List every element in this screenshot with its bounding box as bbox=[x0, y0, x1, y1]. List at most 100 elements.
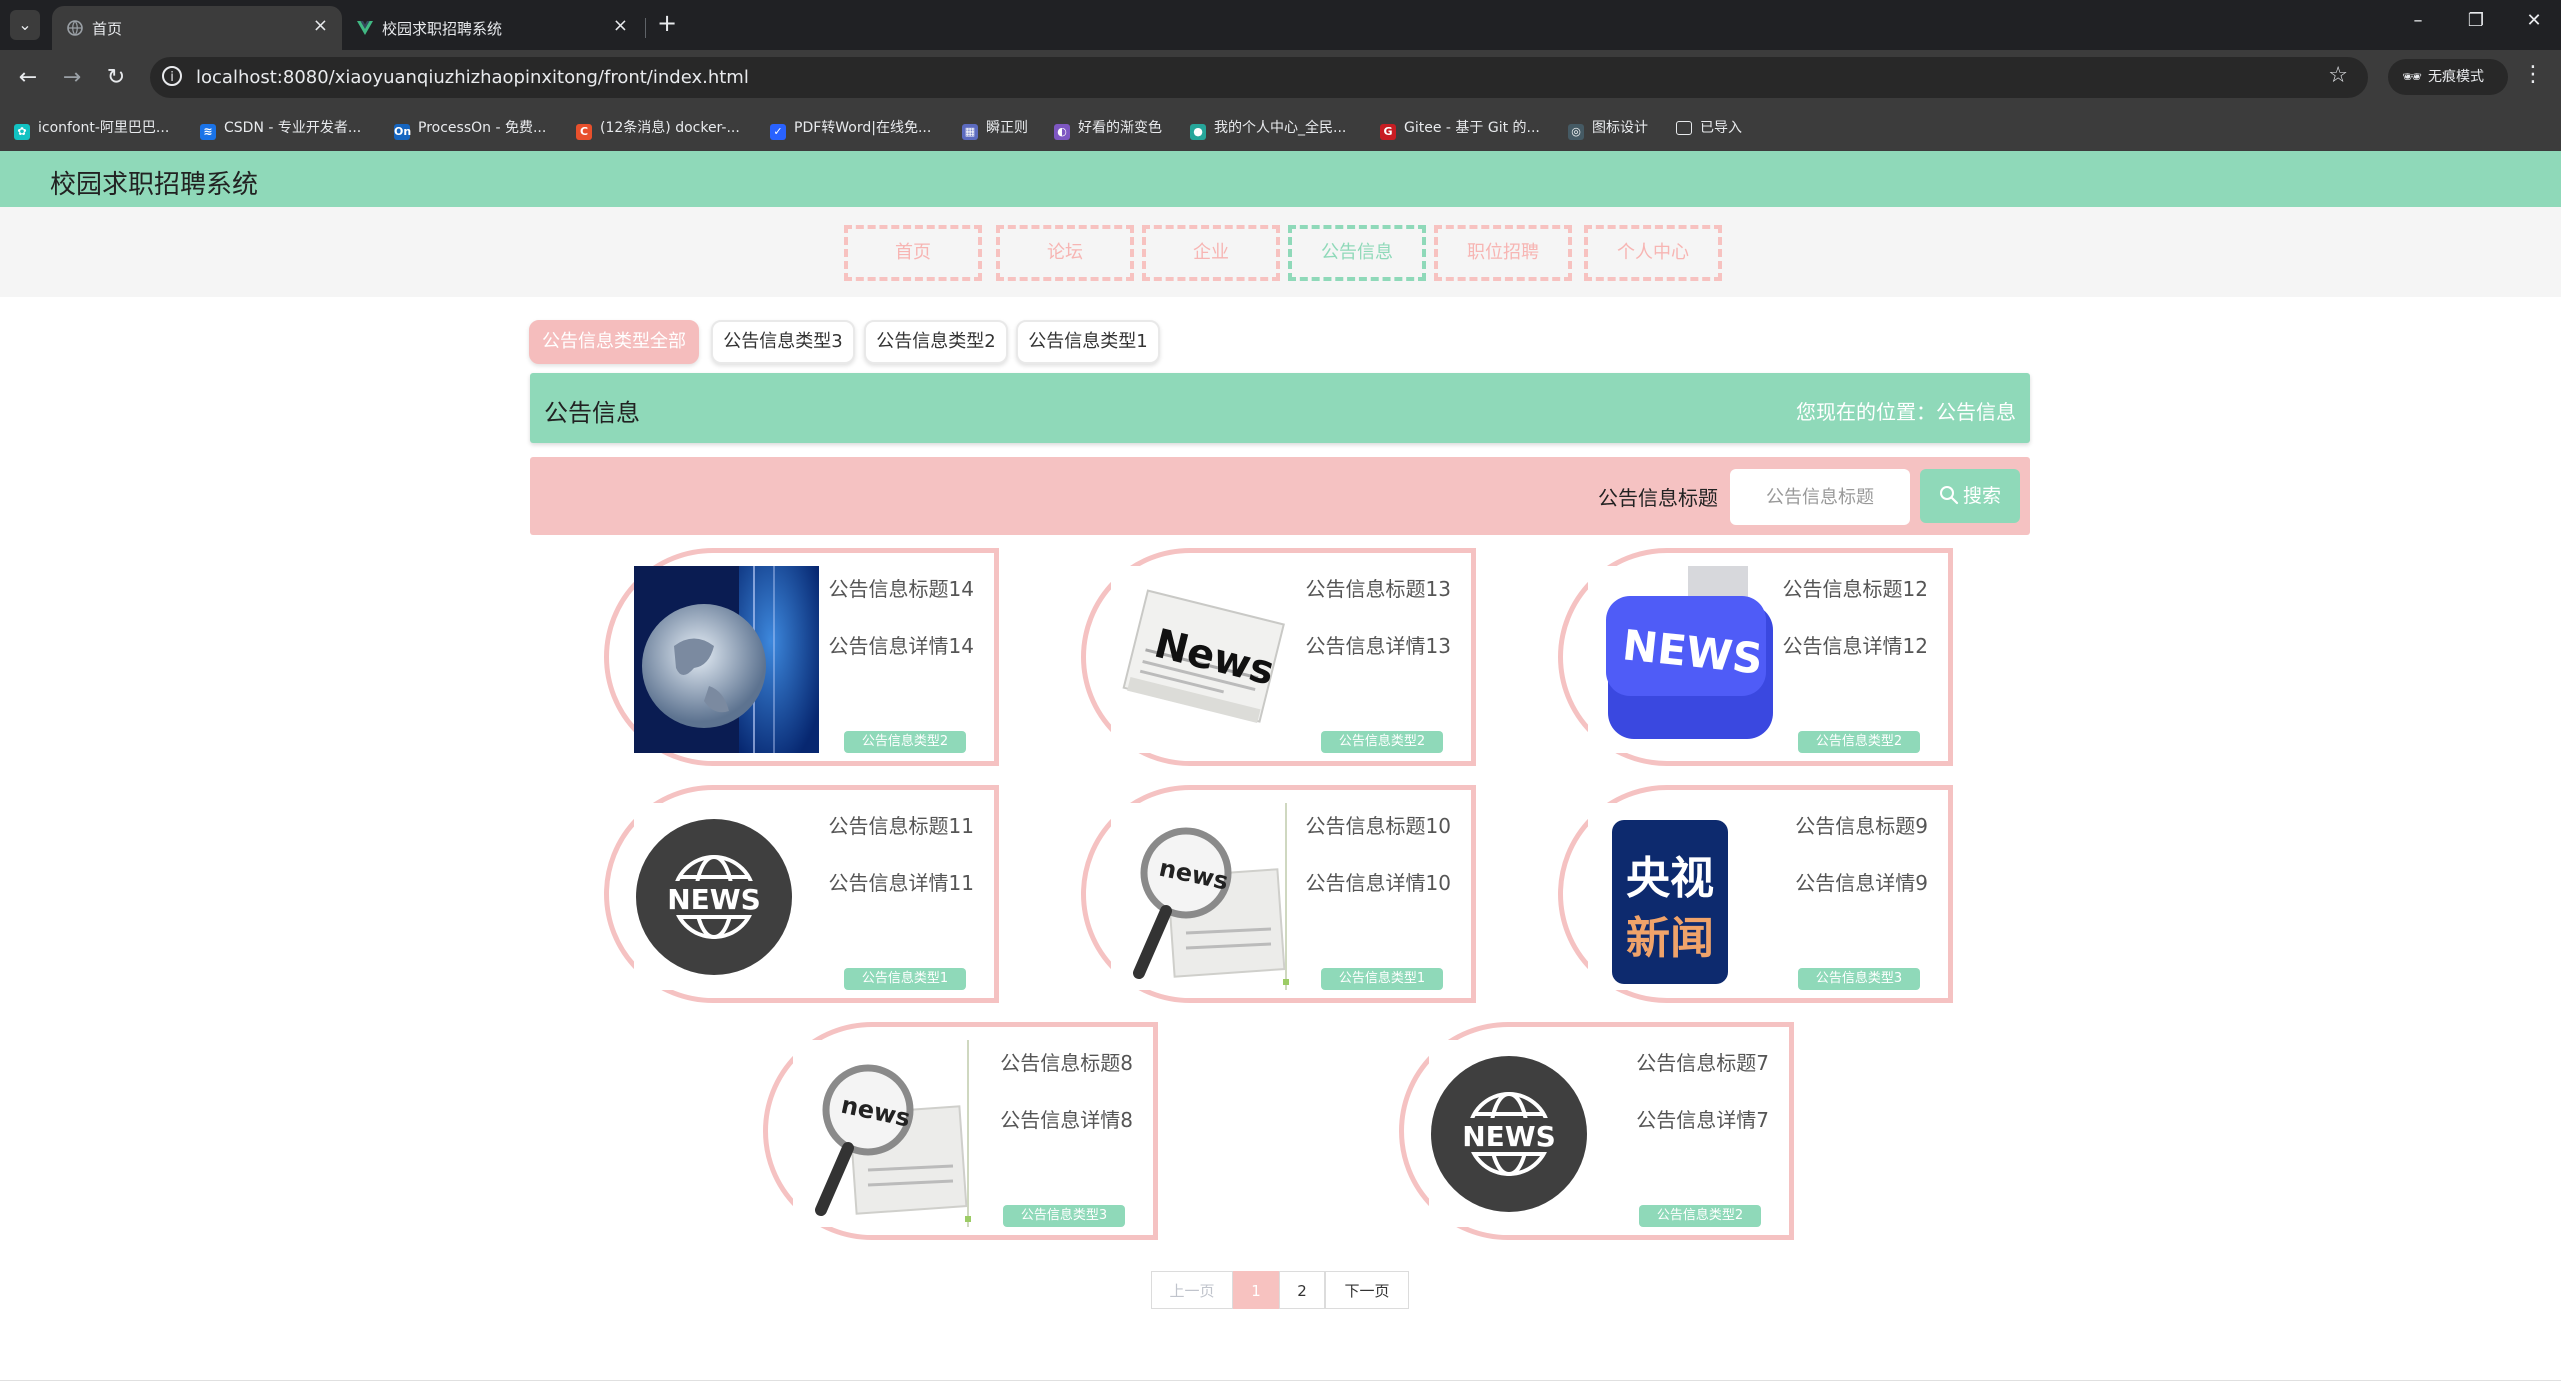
tab-title: 校园求职招聘系统 bbox=[382, 20, 503, 38]
bookmark-item[interactable]: ✿ iconfont-阿里巴巴... bbox=[14, 117, 169, 140]
csdn-icon: ≋ bbox=[200, 124, 216, 140]
section-title-bar: 公告信息 您现在的位置：公告信息 bbox=[530, 373, 2030, 443]
filter-type-all[interactable]: 公告信息类型全部 bbox=[529, 320, 699, 364]
bookmark-item[interactable]: ✓ PDF转Word|在线免... bbox=[770, 117, 931, 140]
svg-text:新闻: 新闻 bbox=[1626, 913, 1714, 964]
pagination-page-1[interactable]: 1 bbox=[1233, 1271, 1279, 1309]
tab-separator bbox=[645, 18, 646, 38]
close-window-icon[interactable]: ✕ bbox=[2514, 10, 2554, 31]
url-text[interactable]: localhost:8080/xiaoyuanqiuzhizhaopinxito… bbox=[196, 67, 749, 88]
pagination-page-2[interactable]: 2 bbox=[1279, 1271, 1325, 1309]
site-header: 校园求职招聘系统 bbox=[0, 151, 2561, 207]
tab-search-chevron-icon[interactable]: ⌄ bbox=[10, 10, 40, 40]
bookmark-item[interactable]: ◎ 图标设计 bbox=[1568, 117, 1648, 140]
card-type-badge: 公告信息类型2 bbox=[1798, 731, 1920, 753]
newspaper-news-image: News bbox=[1111, 566, 1296, 753]
address-bar[interactable]: i localhost:8080/xiaoyuanqiuzhizhaopinxi… bbox=[150, 57, 2368, 98]
site-info-icon[interactable]: i bbox=[162, 66, 182, 86]
card-detail: 公告信息详情11 bbox=[828, 871, 974, 895]
card-type-badge: 公告信息类型2 bbox=[1321, 731, 1443, 753]
announcement-card[interactable]: News 公告信息标题13 公告信息详情13 公告信息类型2 bbox=[1081, 548, 1476, 766]
gitee-icon: G bbox=[1380, 124, 1396, 140]
card-detail: 公告信息详情14 bbox=[828, 634, 974, 658]
svg-text:央视: 央视 bbox=[1626, 853, 1714, 904]
nav-announcements[interactable]: 公告信息 bbox=[1288, 225, 1426, 281]
iconfont-icon: ✿ bbox=[14, 124, 30, 140]
pagination-next[interactable]: 下一页 bbox=[1325, 1271, 1409, 1309]
nav-jobs[interactable]: 职位招聘 bbox=[1434, 225, 1572, 281]
search-input[interactable] bbox=[1730, 469, 1910, 525]
magnifier-news-image: news bbox=[1111, 803, 1296, 990]
search-button-label: 搜索 bbox=[1962, 485, 2001, 507]
card-type-badge: 公告信息类型2 bbox=[1639, 1205, 1761, 1227]
filter-type-2[interactable]: 公告信息类型2 bbox=[864, 320, 1008, 364]
search-button[interactable]: 搜索 bbox=[1920, 469, 2020, 523]
reload-icon[interactable]: ↻ bbox=[100, 62, 132, 94]
bookmark-item[interactable]: ● 我的个人中心_全民... bbox=[1190, 117, 1346, 140]
announcement-card[interactable]: 央视 新闻 公告信息标题9 公告信息详情9 公告信息类型3 bbox=[1558, 785, 1953, 1003]
incognito-label: 无痕模式 bbox=[2428, 69, 2484, 85]
nav-profile[interactable]: 个人中心 bbox=[1584, 225, 1722, 281]
search-bar: 公告信息标题 搜索 bbox=[530, 457, 2030, 535]
announcement-card[interactable]: NEWS 公告信息标题11 公告信息详情11 公告信息类型1 bbox=[604, 785, 999, 1003]
card-detail: 公告信息详情12 bbox=[1782, 634, 1928, 658]
person-icon: ● bbox=[1190, 124, 1206, 140]
filter-type-3[interactable]: 公告信息类型3 bbox=[711, 320, 855, 364]
announcement-card[interactable]: NEWS 公告信息标题7 公告信息详情7 公告信息类型2 bbox=[1399, 1022, 1794, 1240]
tab-title: 首页 bbox=[92, 20, 123, 38]
card-detail: 公告信息详情13 bbox=[1305, 634, 1451, 658]
card-title: 公告信息标题12 bbox=[1782, 577, 1928, 601]
section-title: 公告信息 bbox=[544, 399, 640, 427]
incognito-badge[interactable]: 🕶 无痕模式 bbox=[2388, 59, 2508, 95]
back-arrow-icon[interactable]: ← bbox=[12, 62, 44, 94]
bookmark-item[interactable]: On ProcessOn - 免费... bbox=[394, 117, 546, 140]
magnifier-news-image: news bbox=[793, 1040, 978, 1227]
new-tab-plus-icon[interactable]: + bbox=[652, 8, 682, 38]
incognito-icon: 🕶 bbox=[2402, 67, 2423, 86]
browser-tab-home[interactable]: 首页 × bbox=[52, 6, 342, 50]
regex-icon: ▦ bbox=[962, 124, 978, 140]
bookmark-item[interactable]: 已导入 bbox=[1676, 117, 1742, 139]
bookmark-item[interactable]: ◐ 好看的渐变色 bbox=[1054, 117, 1162, 140]
browser-menu-icon[interactable]: ⋮ bbox=[2522, 62, 2544, 87]
minimize-window-icon[interactable]: – bbox=[2398, 10, 2438, 31]
bookmarks-bar: ✿ iconfont-阿里巴巴... ≋ CSDN - 专业开发者... On Pro… bbox=[0, 105, 2561, 152]
card-type-badge: 公告信息类型1 bbox=[1321, 968, 1443, 990]
browser-tab-site[interactable]: 校园求职招聘系统 × bbox=[342, 6, 642, 50]
svg-text:NEWS: NEWS bbox=[1462, 1120, 1556, 1153]
bookmark-item[interactable]: ≋ CSDN - 专业开发者... bbox=[200, 117, 361, 140]
search-label: 公告信息标题 bbox=[1598, 486, 1718, 510]
search-icon bbox=[1939, 486, 1959, 505]
vue-logo-icon bbox=[357, 21, 373, 35]
card-detail: 公告信息详情10 bbox=[1305, 871, 1451, 895]
pagination-prev[interactable]: 上一页 bbox=[1151, 1271, 1233, 1309]
card-title: 公告信息标题14 bbox=[828, 577, 974, 601]
announcement-card[interactable]: NEWS 公告信息标题12 公告信息详情12 公告信息类型2 bbox=[1558, 548, 1953, 766]
browser-toolbar: ← → ↻ i localhost:8080/xiaoyuanqiuzhizha… bbox=[0, 50, 2561, 105]
bookmark-item[interactable]: ▦ 瞬正则 bbox=[962, 117, 1028, 140]
forward-arrow-icon[interactable]: → bbox=[56, 62, 88, 94]
card-title: 公告信息标题11 bbox=[828, 814, 974, 838]
card-type-badge: 公告信息类型1 bbox=[844, 968, 966, 990]
card-type-badge: 公告信息类型2 bbox=[844, 731, 966, 753]
news-globe-badge-image: NEWS bbox=[1429, 1040, 1614, 1227]
nav-home[interactable]: 首页 bbox=[844, 225, 982, 281]
news-key-image: NEWS bbox=[1588, 566, 1773, 753]
announcement-card[interactable]: news 公告信息标题8 公告信息详情8 公告信息类型3 bbox=[763, 1022, 1158, 1240]
bookmark-item[interactable]: G Gitee - 基于 Git 的... bbox=[1380, 117, 1540, 140]
globe-news-image bbox=[634, 566, 819, 753]
restore-window-icon[interactable]: ❐ bbox=[2456, 10, 2496, 31]
bookmark-star-icon[interactable]: ☆ bbox=[2328, 63, 2348, 88]
nav-forum[interactable]: 论坛 bbox=[996, 225, 1134, 281]
announcement-card[interactable]: 公告信息标题14 公告信息详情14 公告信息类型2 bbox=[604, 548, 999, 766]
pdf-icon: ✓ bbox=[770, 124, 786, 140]
filter-type-1[interactable]: 公告信息类型1 bbox=[1016, 320, 1160, 364]
news-globe-badge-image: NEWS bbox=[634, 803, 819, 990]
announcement-card[interactable]: news 公告信息标题10 公告信息详情10 公告信息类型1 bbox=[1081, 785, 1476, 1003]
close-tab-icon[interactable]: × bbox=[613, 15, 628, 36]
bookmark-item[interactable]: C (12条消息) docker-... bbox=[576, 117, 740, 140]
close-tab-icon[interactable]: × bbox=[313, 15, 328, 36]
cctv-news-logo-image: 央视 新闻 bbox=[1588, 803, 1773, 990]
nav-company[interactable]: 企业 bbox=[1142, 225, 1280, 281]
breadcrumb: 您现在的位置：公告信息 bbox=[1796, 400, 2016, 424]
